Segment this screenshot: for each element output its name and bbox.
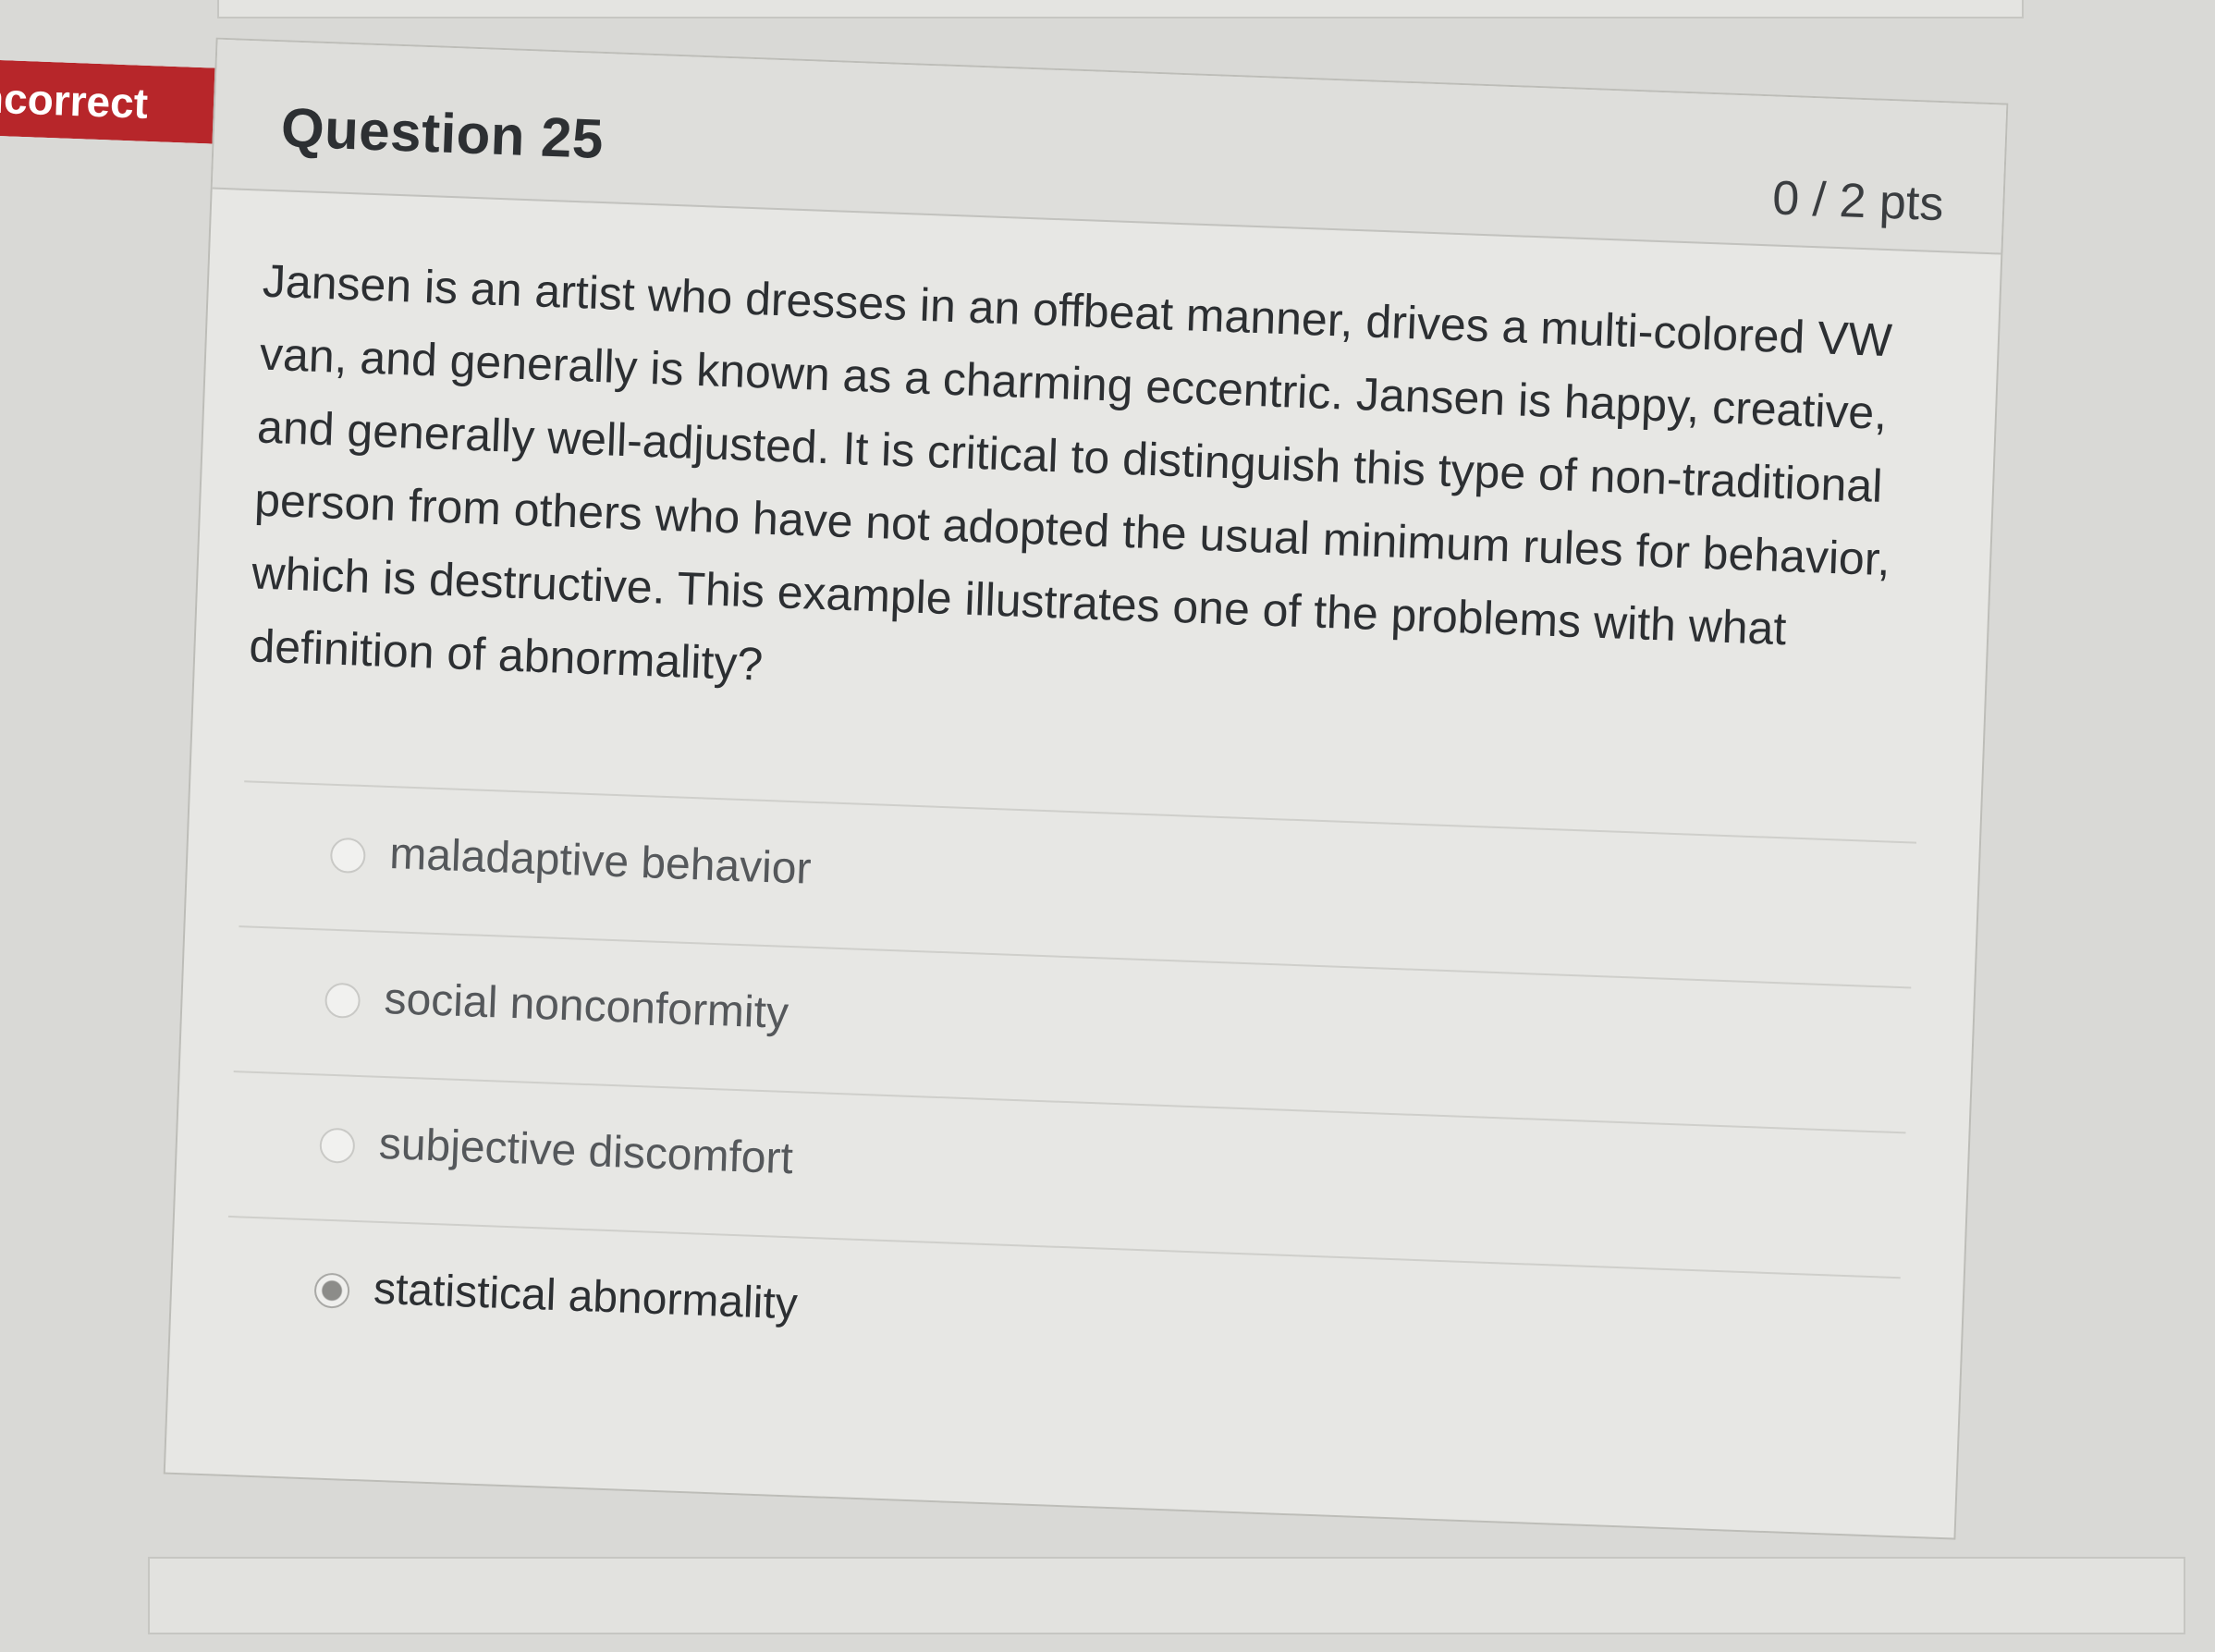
question-points: 0 / 2 pts <box>1771 171 1945 232</box>
question-header: Question 25 0 / 2 pts <box>212 39 2007 255</box>
radio-icon[interactable] <box>319 1127 356 1164</box>
radio-selected-icon[interactable] <box>313 1272 350 1309</box>
radio-icon[interactable] <box>329 837 367 875</box>
question-title: Question 25 <box>279 96 606 171</box>
question-text: Jansen is an artist who dresses in an of… <box>248 254 1893 691</box>
question-card: Question 25 0 / 2 pts Jansen is an artis… <box>163 37 2009 1540</box>
answer-label: social nonconformity <box>383 973 789 1038</box>
answer-list: maladaptive behavior social nonconformit… <box>223 780 1917 1423</box>
radio-icon[interactable] <box>324 982 361 1019</box>
answer-label: maladaptive behavior <box>388 829 813 894</box>
incorrect-flag-label: ncorrect <box>0 73 150 128</box>
answer-label: subjective discomfort <box>377 1119 794 1184</box>
answer-label: statistical abnormality <box>373 1264 799 1329</box>
quiz-result-view: ncorrect Question 25 0 / 2 pts Jansen is… <box>0 0 2215 1652</box>
